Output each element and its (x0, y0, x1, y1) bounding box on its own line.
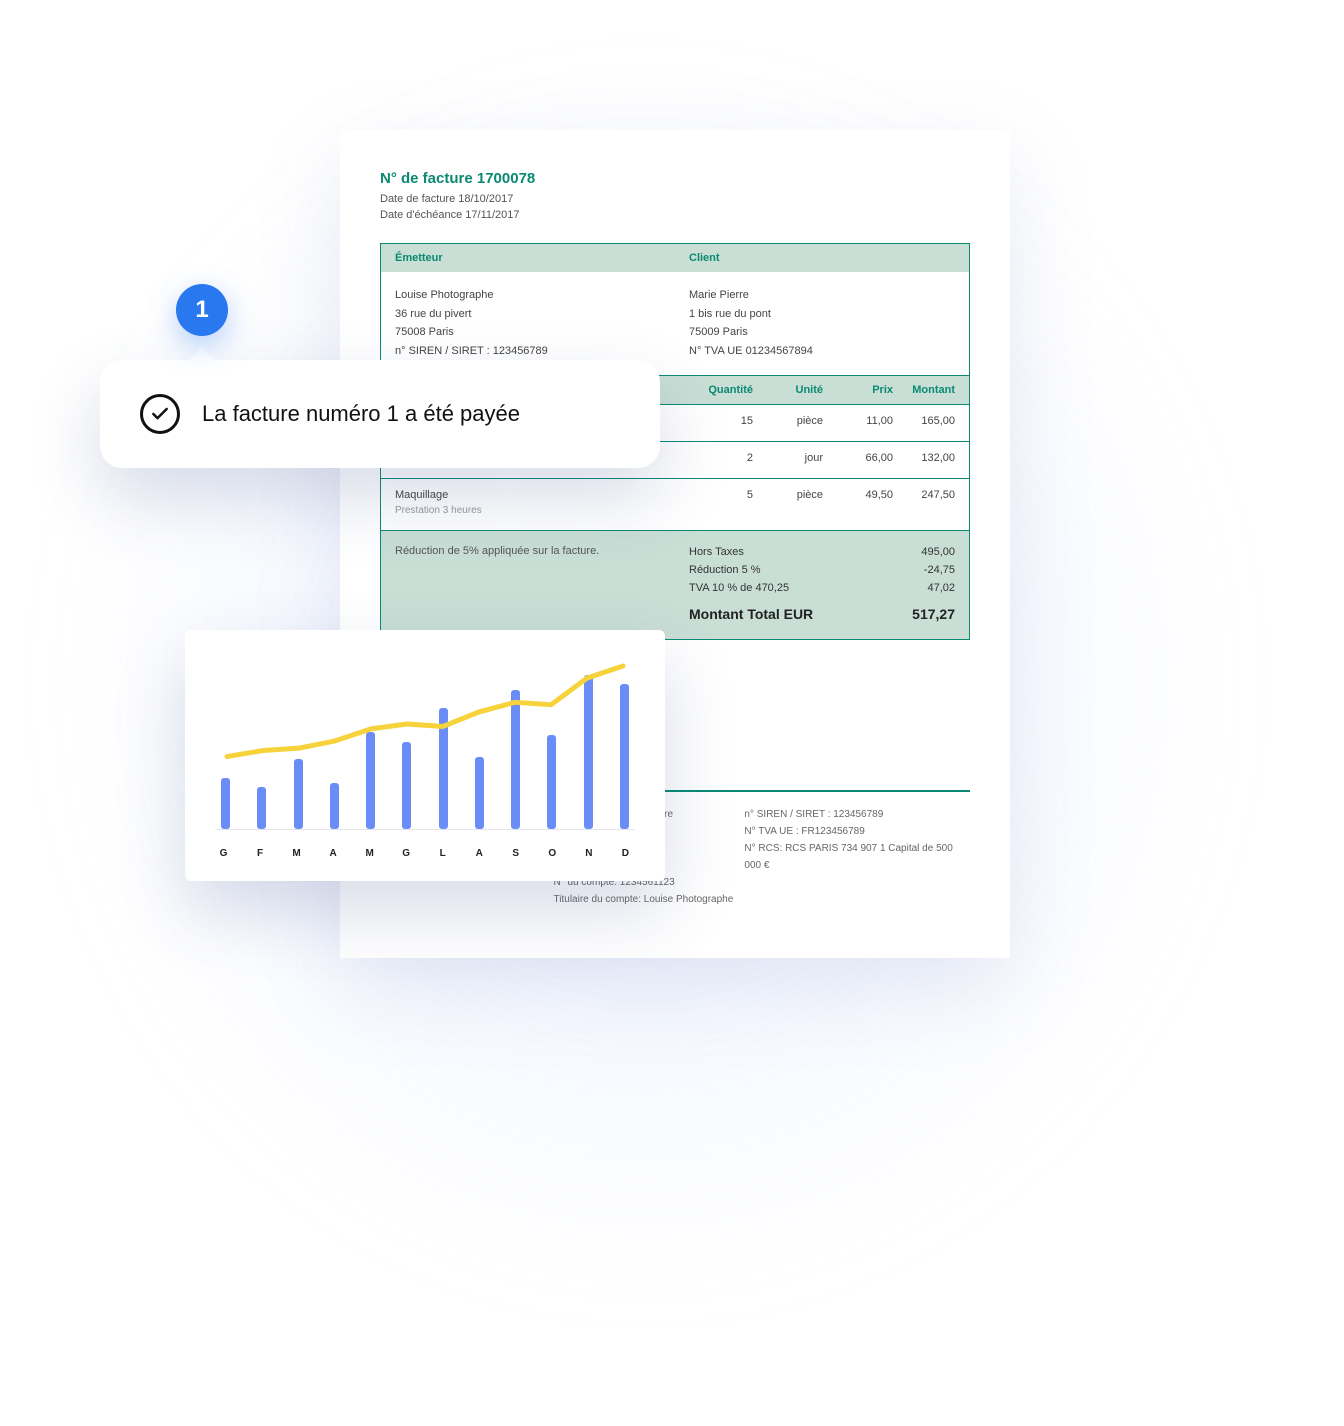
client-header: Client (675, 244, 969, 272)
totals-block: Hors Taxes495,00 Réduction 5 %-24,75 TVA… (689, 531, 969, 639)
chart-card: GFMAMGLASOND (185, 630, 665, 881)
col-qty: Quantité (689, 376, 759, 404)
notification-bubble: La facture numéro 1 a été payée (100, 360, 660, 468)
notification-text: La facture numéro 1 a été payée (202, 401, 520, 427)
check-circle-icon (140, 394, 180, 434)
x-axis-label: G (217, 848, 231, 859)
item-row: MaquillagePrestation 3 heures 5 pièce 49… (381, 478, 969, 530)
x-axis-label: O (546, 848, 560, 859)
discount-note: Réduction de 5% appliquée sur la facture… (381, 531, 689, 639)
x-axis-label: N (582, 848, 596, 859)
client-details: Marie Pierre 1 bis rue du pont 75009 Par… (675, 272, 969, 375)
chart-x-axis: GFMAMGLASOND (215, 830, 635, 859)
invoice-number: N° de facture 1700078 (380, 170, 970, 187)
x-axis-label: M (290, 848, 304, 859)
x-axis-label: D (619, 848, 633, 859)
x-axis-label: L (436, 848, 450, 859)
invoice-due-date: Date d'échéance 17/11/2017 (380, 209, 970, 221)
parties-block: Émetteur Client Louise Photographe 36 ru… (380, 243, 970, 376)
x-axis-label: S (509, 848, 523, 859)
emitter-header: Émetteur (381, 244, 675, 272)
x-axis-label: F (254, 848, 268, 859)
invoice-date: Date de facture 18/10/2017 (380, 193, 970, 205)
x-axis-label: M (363, 848, 377, 859)
col-unit: Unité (759, 376, 829, 404)
x-axis-label: A (327, 848, 341, 859)
x-axis-label: A (473, 848, 487, 859)
chart-area (215, 660, 635, 830)
col-amount: Montant (899, 376, 969, 404)
col-price: Prix (829, 376, 899, 404)
x-axis-label: G (400, 848, 414, 859)
chart-line (227, 666, 623, 757)
notification-badge: 1 (176, 284, 228, 336)
